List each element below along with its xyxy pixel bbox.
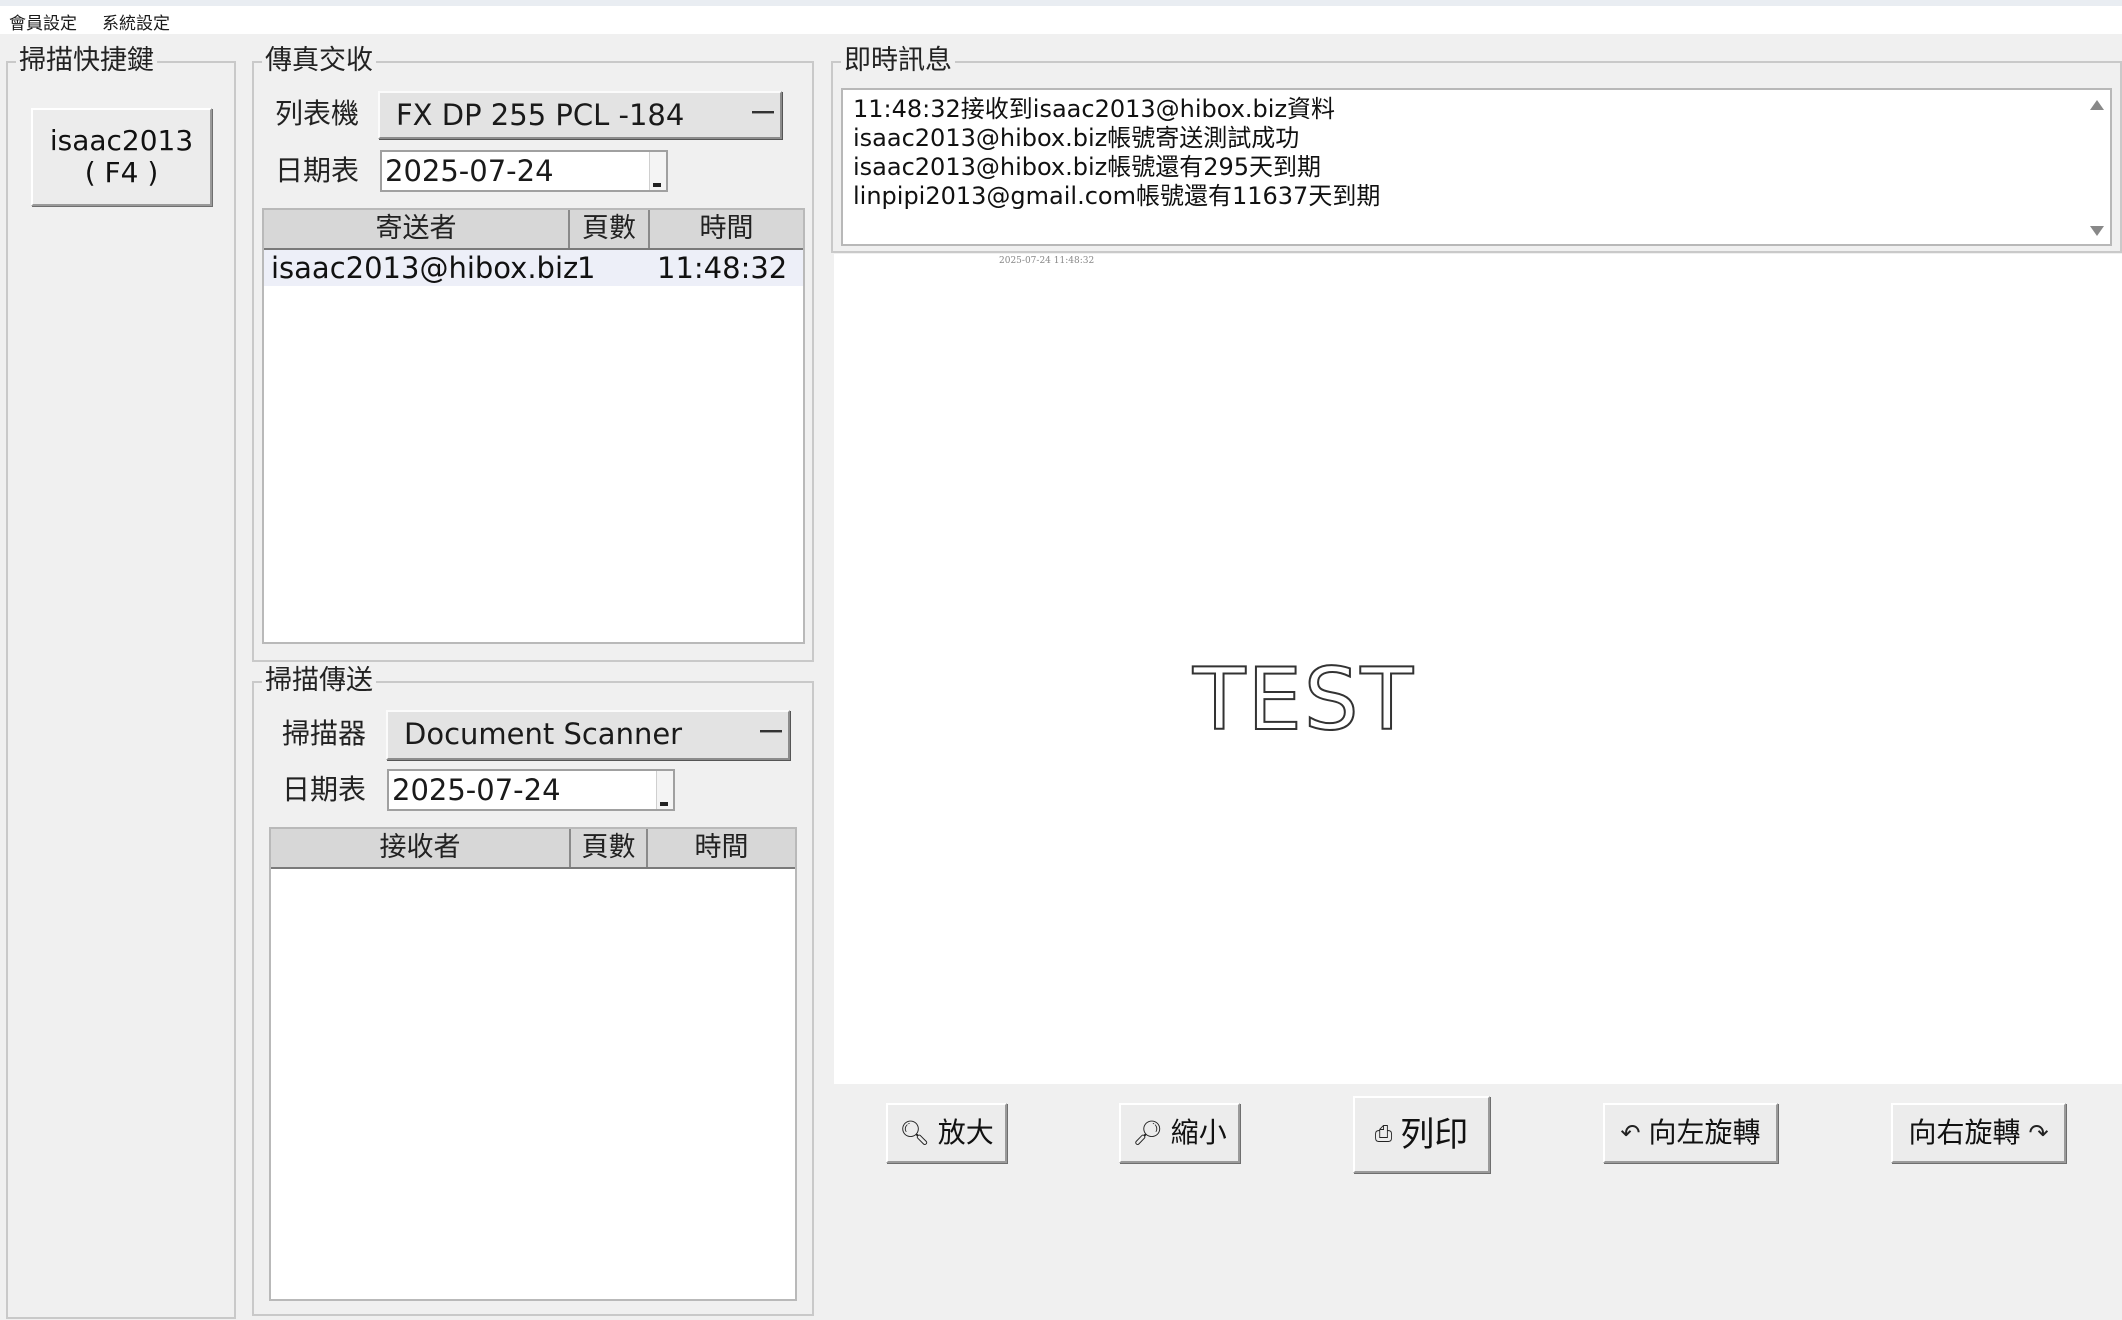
scanner-label: 掃描器 [282,717,367,750]
rotate-left-label: 向左旋轉 [1648,1116,1761,1149]
scroll-up-icon[interactable] [2090,100,2104,110]
fax-group-title: 傳真交收 [262,45,376,77]
menu-bar: 會員設定 系統設定 [0,6,2122,34]
magnifier-plus-icon: 🔍︎ [899,1119,930,1147]
zoom-in-button[interactable]: 🔍︎ 放大 [886,1103,1007,1163]
scan-date-label: 日期表 [282,773,367,806]
scanner-select[interactable]: Document Scanner [386,710,790,760]
fax-table: 寄送者 頁數 時間 isaac2013@hibox.biz 1 11:48:32 [262,208,805,644]
fax-table-header: 寄送者 頁數 時間 [264,210,803,250]
row-pages: 1 [577,251,596,285]
shortcut-button-line2: ( F4 ) [84,156,159,189]
print-button[interactable]: ⎙ 列印 [1353,1096,1490,1173]
fax-date-value: 2025-07-24 [385,154,554,188]
row-time: 11:48:32 [657,251,788,285]
message-log[interactable]: 11:48:32接收到isaac2013@hibox.biz資料 isaac20… [841,88,2112,246]
scanner-select-value: Document Scanner [404,717,683,751]
column-header-pages[interactable]: 頁數 [571,829,648,867]
print-label: 列印 [1400,1114,1469,1155]
fax-date-picker[interactable]: 2025-07-24 [380,150,668,192]
scan-date-value: 2025-07-24 [392,773,561,807]
date-dropdown-icon[interactable] [656,771,673,809]
menu-member-settings[interactable]: 會員設定 [9,14,77,34]
magnifier-minus-icon: 🔎︎ [1132,1119,1163,1147]
rotate-right-button[interactable]: 向右旋轉 ↷ [1891,1103,2066,1163]
shortcut-button-line1: isaac2013 [49,124,194,157]
printer-label: 列表機 [275,97,360,130]
rotate-right-icon: ↷ [2028,1119,2049,1147]
scan-table-header: 接收者 頁數 時間 [271,829,795,869]
zoom-in-label: 放大 [937,1116,994,1149]
fax-date-label: 日期表 [275,154,360,187]
scan-shortcut-group: 掃描快捷鍵 isaac2013 ( F4 ) [6,45,236,1319]
printer-select-value: FX DP 255 PCL -184 [396,98,685,132]
dropdown-icon [752,111,774,114]
scan-table: 接收者 頁數 時間 [269,827,797,1301]
menu-system-settings[interactable]: 系統設定 [102,14,170,34]
fax-preview-area[interactable] [834,254,2122,1084]
message-line: isaac2013@hibox.biz帳號寄送測試成功 [853,124,1300,152]
row-sender: isaac2013@hibox.biz [271,251,579,285]
shortcut-button-isaac2013[interactable]: isaac2013 ( F4 ) [31,108,212,206]
message-line: linpipi2013@gmail.com帳號還有11637天到期 [853,182,1381,210]
zoom-out-button[interactable]: 🔎︎ 縮小 [1119,1103,1240,1163]
rotate-left-button[interactable]: ↶ 向左旋轉 [1603,1103,1778,1163]
printer-select[interactable]: FX DP 255 PCL -184 [378,91,782,139]
messages-title: 即時訊息 [841,45,955,77]
scroll-down-icon[interactable] [2090,226,2104,236]
message-line: isaac2013@hibox.biz帳號還有295天到期 [853,153,1322,181]
scan-shortcut-title: 掃描快捷鍵 [16,45,157,77]
rotate-right-label: 向右旋轉 [1908,1116,2021,1149]
column-header-time[interactable]: 時間 [648,829,795,867]
preview-timestamp: 2025-07-24 11:48:32 [999,256,1095,266]
column-header-pages[interactable]: 頁數 [570,210,650,248]
rotate-left-icon: ↶ [1620,1119,1641,1147]
printer-icon: ⎙ [1374,1122,1393,1147]
dropdown-icon [760,730,782,733]
scan-date-picker[interactable]: 2025-07-24 [387,769,675,811]
preview-document-text: TEST [1192,649,1415,751]
column-header-sender[interactable]: 寄送者 [264,210,570,248]
scan-send-title: 掃描傳送 [262,665,376,697]
column-header-receiver[interactable]: 接收者 [271,829,571,867]
zoom-out-label: 縮小 [1170,1116,1227,1149]
message-line: 11:48:32接收到isaac2013@hibox.biz資料 [853,95,1336,123]
table-row[interactable]: isaac2013@hibox.biz 1 11:48:32 [264,250,803,286]
date-dropdown-icon[interactable] [649,152,666,190]
column-header-time[interactable]: 時間 [650,210,803,248]
